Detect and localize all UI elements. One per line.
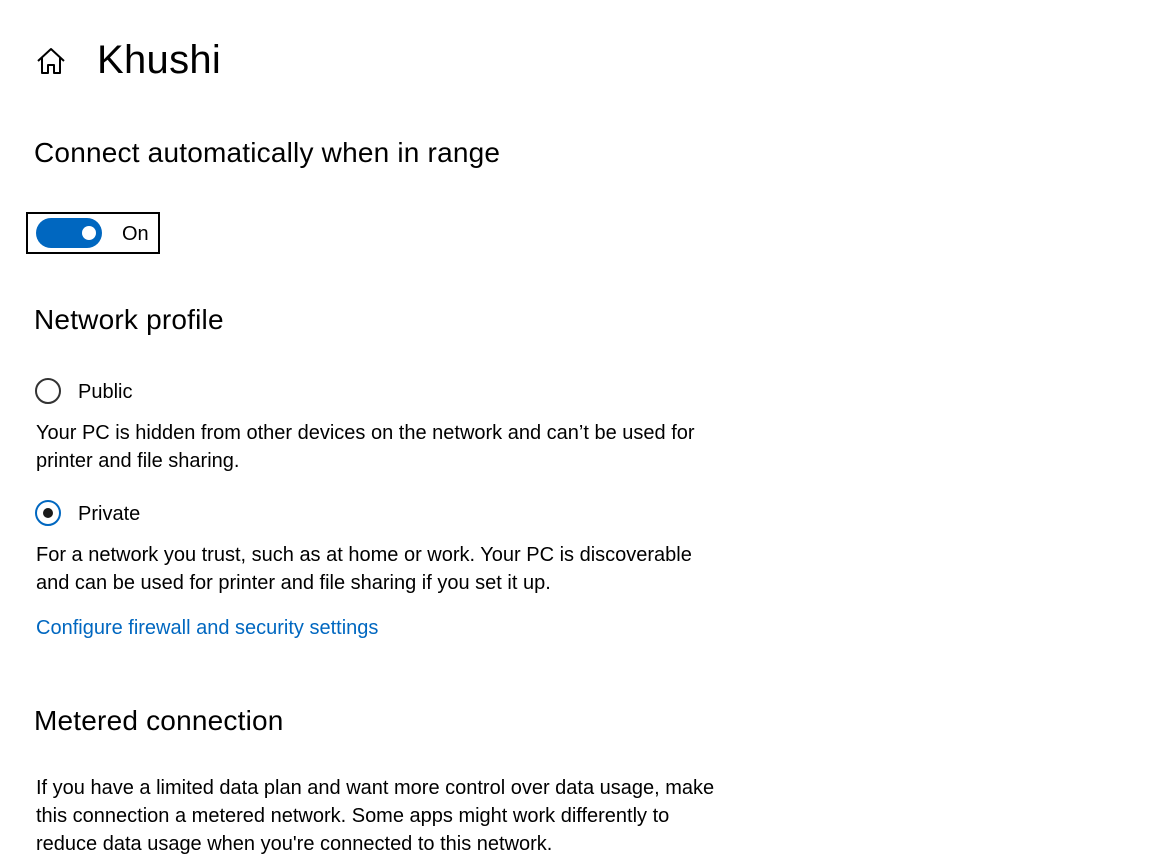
toggle-thumb [82,226,96,240]
home-icon[interactable] [34,44,68,78]
public-description: Your PC is hidden from other devices on … [36,422,695,472]
configure-firewall-link[interactable]: Configure firewall and security settings [36,615,378,641]
toggle-state-label: On [122,223,149,245]
network-profile-heading: Network profile [34,304,224,335]
metered-connection-heading: Metered connection [34,705,284,736]
radio-selected-dot [43,508,53,518]
radio-private-circle[interactable] [35,500,61,526]
radio-public-circle[interactable] [35,378,61,404]
wifi-network-properties-page: Khushi Connect automatically when in ran… [0,0,1174,868]
radio-public[interactable]: Public [35,377,235,409]
toggle-track [36,218,102,248]
radio-public-label: Public [78,381,133,403]
page-title: Khushi [97,38,222,82]
metered-description: If you have a limited data plan and want… [36,777,715,855]
connect-automatically-heading: Connect automatically when in range [34,137,501,168]
radio-private[interactable]: Private [35,499,235,531]
private-description: For a network you trust, such as at home… [36,544,692,594]
connect-automatically-toggle[interactable]: On [26,212,160,254]
radio-private-label: Private [78,503,141,525]
